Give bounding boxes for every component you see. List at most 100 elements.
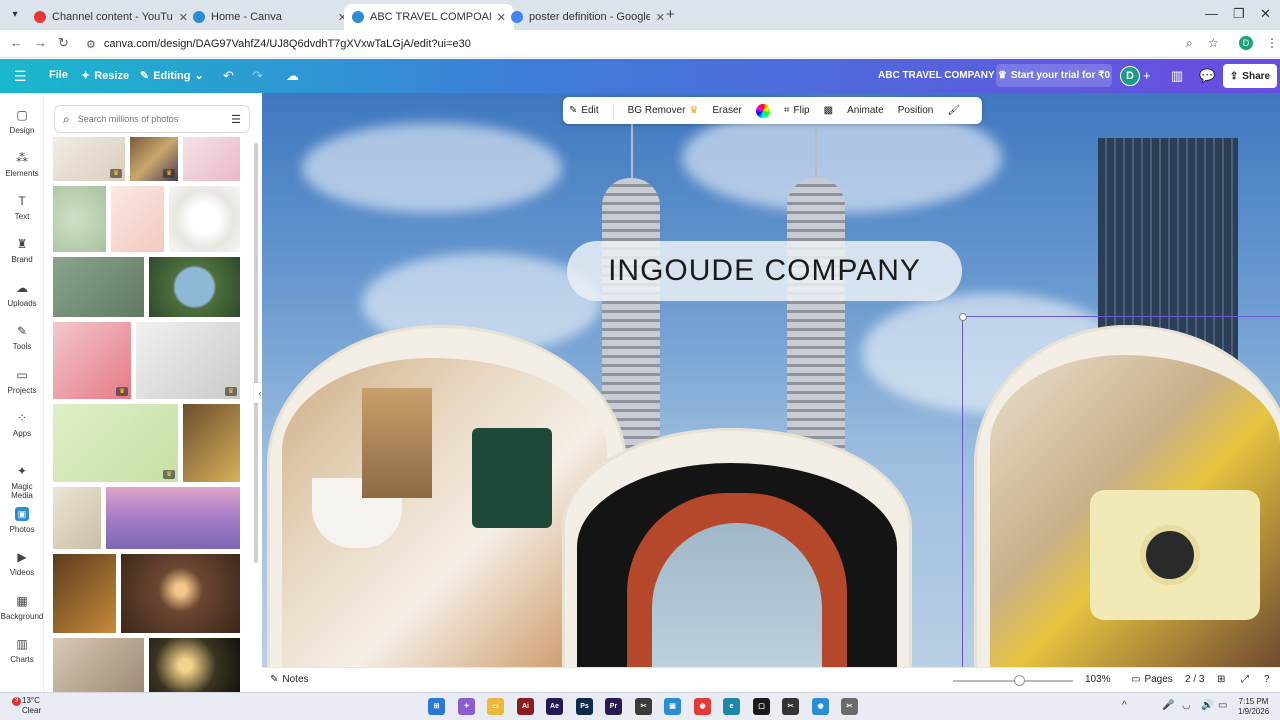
photo-thumbnail[interactable] — [149, 638, 240, 693]
start-trial-button[interactable]: ♛ Start your trial for ₹0 — [996, 64, 1112, 87]
copilot-icon[interactable]: ✦ — [458, 698, 475, 715]
edit-image-button[interactable]: ✎ Edit — [569, 105, 599, 116]
browser-profile-avatar[interactable]: D — [1239, 36, 1253, 50]
capcut-icon[interactable]: ✂ — [635, 698, 652, 715]
wifi-icon[interactable]: ◡ — [1182, 700, 1191, 711]
comment-icon[interactable]: 💬 — [1199, 68, 1215, 84]
rail-item-apps[interactable]: ⁘ Apps — [0, 411, 44, 438]
rail-item-tools[interactable]: ✎ Tools — [0, 324, 44, 351]
photo-thumbnail[interactable] — [53, 186, 106, 252]
close-icon[interactable]: ✕ — [656, 11, 665, 24]
browser-tab-design[interactable]: ABC TRAVEL COMPOANY - 20 ✕ — [344, 4, 514, 30]
chrome-icon[interactable]: ◉ — [694, 698, 711, 715]
panel-scrollbar[interactable] — [254, 143, 258, 563]
edge-icon[interactable]: e — [723, 698, 740, 715]
photo-thumbnail[interactable] — [121, 554, 240, 633]
insights-chart-icon[interactable]: ▥ — [1171, 68, 1183, 84]
heading-text[interactable]: INGOUDE COMPANY — [608, 254, 921, 288]
microphone-icon[interactable]: 🎤 — [1162, 700, 1174, 711]
animate-button[interactable]: Animate — [847, 105, 884, 116]
coffee-table-photo[interactable] — [282, 358, 607, 667]
airplane-window-photo[interactable] — [577, 463, 897, 667]
photoshop-icon[interactable]: Ps — [576, 698, 593, 715]
snipping-tool-icon[interactable]: ✂ — [841, 698, 858, 715]
transparency-icon[interactable]: ▩ — [824, 105, 833, 116]
position-button[interactable]: Position — [898, 105, 934, 116]
rail-item-projects[interactable]: ▭ Projects — [0, 368, 44, 395]
copy-style-paint-roller-icon[interactable]: 🖌 — [947, 105, 960, 116]
browser-tab-youtube[interactable]: Channel content - YouTube Stu ✕ — [26, 4, 196, 30]
chrome-canva-icon[interactable]: ◉ — [812, 698, 829, 715]
window-close-icon[interactable]: ✕ — [1260, 6, 1271, 22]
editing-mode-button[interactable]: ✎ Editing ⌄ — [140, 69, 204, 83]
photo-thumbnail[interactable]: ♛ — [130, 137, 178, 181]
photo-search-box[interactable]: ⌕ ☰ — [54, 105, 250, 133]
browser-menu-icon[interactable]: ⋮ — [1266, 36, 1278, 50]
menu-icon[interactable]: ☰ — [14, 68, 27, 85]
undo-icon[interactable]: ↶ — [223, 68, 234, 84]
photo-thumbnail[interactable]: ♛ — [53, 322, 131, 399]
back-icon[interactable]: ← — [10, 35, 23, 50]
photo-thumbnail[interactable] — [183, 404, 240, 482]
url-field[interactable]: ⚙ canva.com/design/DAG97VahfZ4/UJ8Q6dvdh… — [80, 33, 1230, 55]
resize-handle[interactable] — [959, 313, 967, 321]
bookmark-star-icon[interactable]: ☆ — [1208, 36, 1219, 50]
zoom-slider-knob[interactable] — [1014, 675, 1025, 686]
redo-icon[interactable]: ↷ — [252, 68, 263, 84]
design-title[interactable]: ABC TRAVEL COMPANY — [878, 70, 995, 81]
app-icon[interactable]: ▢ — [753, 698, 770, 715]
color-wheel-icon[interactable] — [755, 103, 770, 118]
zoom-slider[interactable] — [953, 680, 1073, 682]
rail-item-magic-media[interactable]: ✦ Magic Media — [0, 464, 44, 500]
cloud-save-icon[interactable]: ☁ — [286, 68, 299, 84]
rail-item-photos[interactable]: ▣ Photos — [0, 507, 44, 534]
heading-text-box[interactable]: INGOUDE COMPANY — [567, 241, 962, 301]
pages-button[interactable]: ▭ Pages — [1131, 674, 1173, 685]
rail-item-design[interactable]: ▢ Design — [0, 108, 44, 135]
zoom-level[interactable]: 103% — [1085, 674, 1111, 685]
tab-search-icon[interactable]: ▾ — [6, 6, 24, 24]
photo-thumbnail[interactable]: ♛ — [53, 404, 178, 482]
photo-thumbnail[interactable] — [53, 487, 101, 549]
maximize-icon[interactable]: ❐ — [1233, 6, 1245, 22]
tray-chevron-icon[interactable]: ^ — [1122, 700, 1127, 711]
premiere-icon[interactable]: Pr — [605, 698, 622, 715]
reload-icon[interactable]: ↻ — [58, 35, 69, 51]
battery-icon[interactable]: ▭ — [1218, 700, 1227, 711]
capcut-icon[interactable]: ✂ — [782, 698, 799, 715]
photo-search-input[interactable] — [77, 114, 224, 124]
notes-button[interactable]: ✎ Notes — [270, 674, 309, 685]
photo-thumbnail[interactable]: ♛ — [53, 137, 125, 181]
app-icon[interactable]: ▣ — [664, 698, 681, 715]
photo-thumbnail[interactable] — [53, 638, 144, 693]
after-effects-icon[interactable]: Ae — [546, 698, 563, 715]
browser-tab-canva-home[interactable]: Home - Canva ✕ — [185, 4, 355, 30]
photo-thumbnail[interactable] — [53, 257, 144, 317]
weather-widget[interactable]: 3 13°C Clear — [12, 696, 41, 716]
site-info-icon[interactable]: ⚙ — [86, 38, 96, 51]
photo-thumbnail[interactable] — [183, 137, 240, 181]
volume-icon[interactable]: 🔊 — [1201, 700, 1213, 711]
rail-item-charts[interactable]: ▥ Charts — [0, 637, 44, 664]
share-button[interactable]: ⇪ Share — [1223, 64, 1277, 88]
rail-item-videos[interactable]: ▶ Videos — [0, 550, 44, 577]
rail-item-uploads[interactable]: ☁ Uploads — [0, 281, 44, 308]
photo-thumbnail[interactable] — [149, 257, 240, 317]
system-clock[interactable]: 7:15 PM 1/9/2026 — [1238, 697, 1269, 717]
windows-start-icon[interactable]: ⊞ — [428, 698, 445, 715]
user-avatar[interactable]: D — [1120, 66, 1140, 86]
zoom-lens-icon[interactable]: ⌕ — [1186, 36, 1193, 51]
rail-item-brand[interactable]: ♜ Brand — [0, 237, 44, 264]
design-canvas[interactable]: INGOUDE COMPANY — [262, 93, 1280, 667]
eraser-button[interactable]: Eraser — [712, 105, 741, 116]
bg-remover-button[interactable]: BG Remover ♛ — [628, 105, 699, 116]
flip-button[interactable]: ⌗ Flip — [784, 105, 810, 116]
selection-box[interactable] — [959, 313, 1280, 667]
forward-icon[interactable]: → — [34, 35, 47, 50]
rail-item-elements[interactable]: ⁂ Elements — [0, 151, 44, 178]
filter-icon[interactable]: ☰ — [231, 113, 241, 126]
browser-tab-google[interactable]: poster definition - Google Sear ✕ — [503, 4, 673, 30]
photo-thumbnail[interactable]: ♛ — [136, 322, 240, 399]
photo-thumbnail[interactable] — [111, 186, 164, 252]
rail-item-background[interactable]: ▦ Background — [0, 594, 44, 621]
